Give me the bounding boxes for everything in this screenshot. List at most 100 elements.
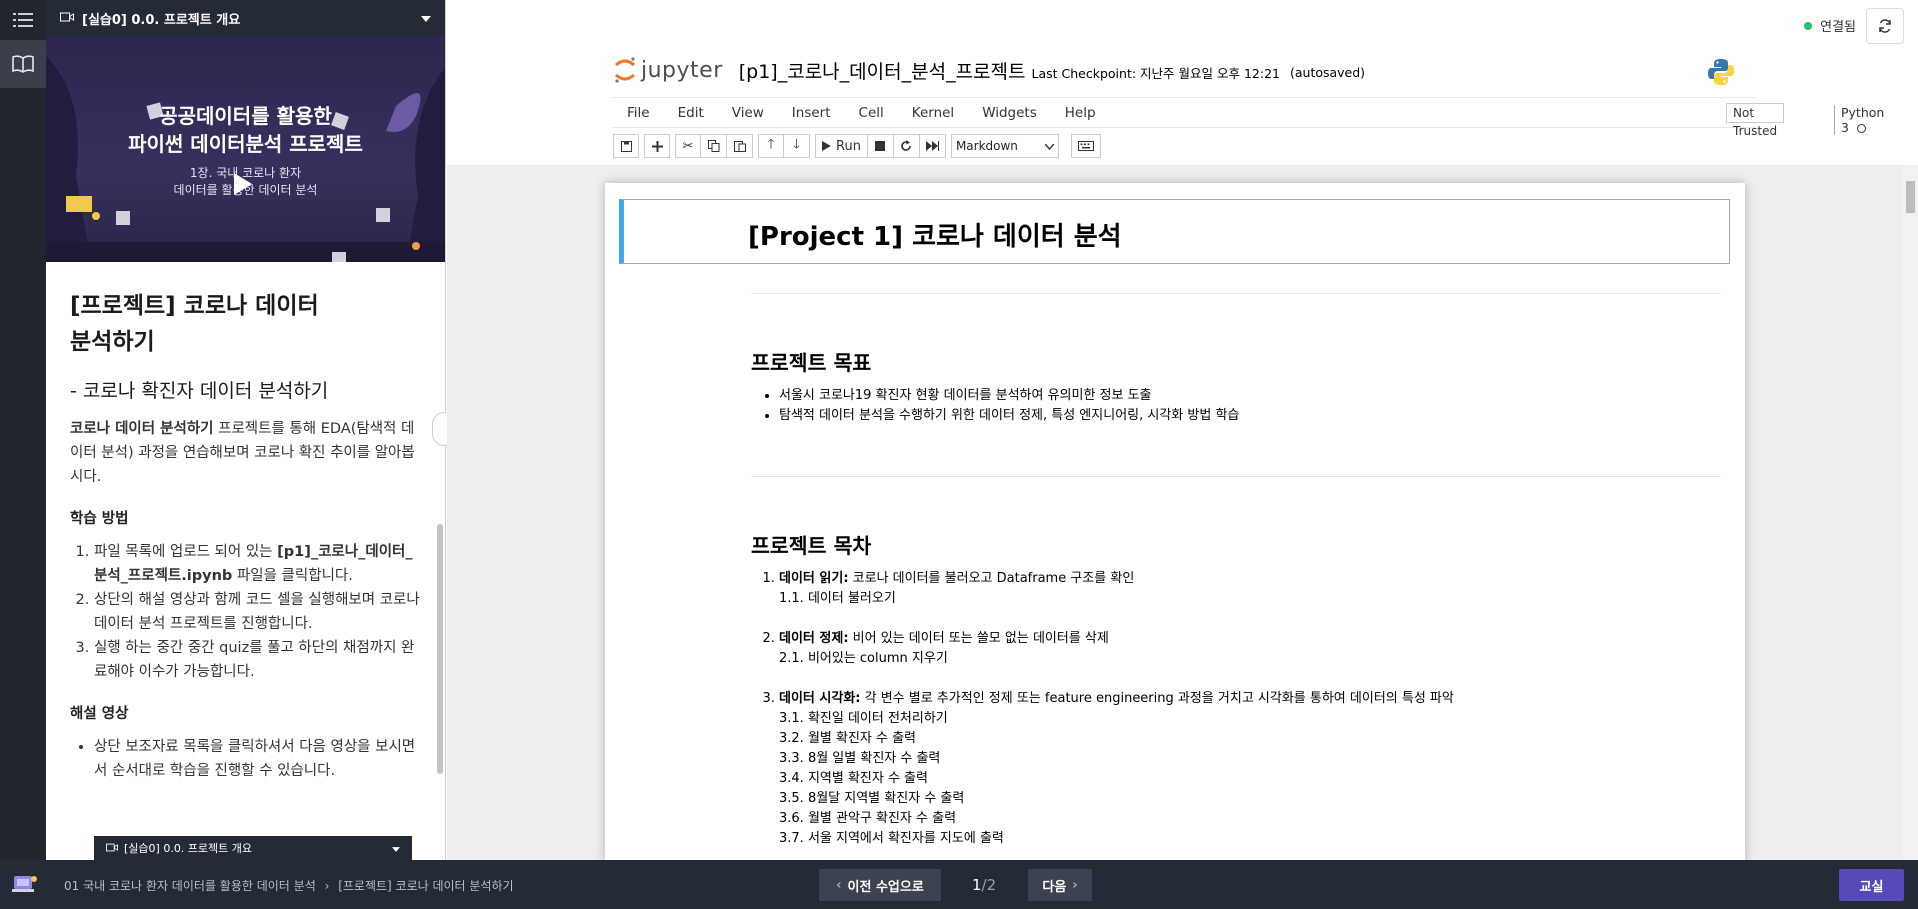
video-title-line2: 파이썬 데이터분석 프로젝트 xyxy=(128,132,363,156)
list-icon[interactable] xyxy=(0,0,46,40)
chevron-down-icon xyxy=(421,11,431,26)
toc-subitem: 3.5. 8월달 지역별 확진자 수 출력 xyxy=(779,791,965,806)
copy-icon xyxy=(707,140,719,152)
status-dot-icon xyxy=(1804,21,1813,30)
video-select-title: [실습0] 0.0. 프로젝트 개요 xyxy=(82,12,241,28)
arrow-down-icon: 🡓 xyxy=(793,137,800,152)
jupyter-logo[interactable]: jupyter xyxy=(613,56,723,84)
method-step: 상단의 해설 영상과 함께 코드 셀을 실행해보며 코로나 데이터 분석 프로젝… xyxy=(94,588,421,636)
scissors-icon: ✂ xyxy=(682,138,694,154)
toc-subitem: 1.1. 데이터 불러오기 xyxy=(779,591,896,606)
classroom-button[interactable]: 교실 xyxy=(1839,869,1904,901)
video-camera-icon xyxy=(60,11,74,26)
run-button[interactable]: Run xyxy=(815,134,868,158)
next-lesson-button[interactable]: 다음 › xyxy=(1028,869,1092,901)
toc-subitem: 3.4. 지역별 확진자 수 출력 xyxy=(779,771,928,786)
menu-bar: File Edit View Insert Cell Kernel Widget… xyxy=(613,97,1884,138)
restart-run-all-button[interactable] xyxy=(919,134,946,158)
video-camera-icon xyxy=(106,842,118,855)
autosave-text: (autosaved) xyxy=(1289,64,1366,80)
cell-type-value: Markdown xyxy=(955,139,1018,153)
breadcrumb-course[interactable]: 01 국내 코로나 환자 데이터를 활용한 데이터 분석 xyxy=(64,879,316,893)
video-bullets: 상단 보조자료 목록을 클릭하셔서 다음 영상을 보시면서 순서대로 학습을 진… xyxy=(70,735,421,783)
video-player[interactable]: 공공데이터를 활용한 파이썬 데이터분석 프로젝트 1장. 국내 코로나 환자 … xyxy=(46,36,445,262)
refresh-button[interactable] xyxy=(1866,8,1904,44)
command-palette-button[interactable] xyxy=(1070,134,1101,158)
video-select-header[interactable]: [실습0] 0.0. 프로젝트 개요 xyxy=(46,0,445,36)
prev-lesson-button[interactable]: ‹ 이전 수업으로 xyxy=(819,869,941,901)
chevron-down-icon xyxy=(1044,139,1055,153)
lesson-intro: 코로나 데이터 분석하기 프로젝트를 통해 EDA(탐색적 데이터 분석) 과정… xyxy=(70,421,415,485)
toc-subitem: 3.6. 월별 관악구 확진자 수 출력 xyxy=(779,811,957,826)
toc-subitem: 2.1. 비어있는 column 지우기 xyxy=(779,651,948,666)
scrollbar-thumb[interactable] xyxy=(1906,181,1915,213)
selected-markdown-cell[interactable]: [Project 1] 코로나 데이터 분석 xyxy=(619,199,1730,264)
left-rail xyxy=(0,0,46,860)
paste-icon xyxy=(733,141,746,152)
markdown-content: 프로젝트 목표 서울시 코로나19 확진자 현황 데이터를 분석하여 유의미한 … xyxy=(751,293,1721,849)
move-down-button[interactable]: 🡓 xyxy=(784,134,810,158)
divider xyxy=(751,293,1721,294)
jupyter-logo-text: jupyter xyxy=(641,57,723,83)
menu-file[interactable]: File xyxy=(613,105,664,121)
toc-item: 데이터 시각화: 각 변수 별로 추가적인 정제 또는 feature engi… xyxy=(779,689,1721,849)
book-icon[interactable] xyxy=(0,40,46,88)
divider xyxy=(751,476,1721,477)
cut-button[interactable]: ✂ xyxy=(675,134,701,158)
kernel-idle-icon xyxy=(1856,124,1866,133)
course-icon[interactable] xyxy=(12,874,38,898)
breadcrumb-lesson[interactable]: [프로젝트] 코로나 데이터 분석하기 xyxy=(338,879,513,893)
plus-icon xyxy=(651,140,663,152)
menu-view[interactable]: View xyxy=(718,105,778,121)
mini-video-title: [실습0] 0.0. 프로젝트 개요 xyxy=(124,842,253,855)
notebook-toolbar: ✂ 🡑 🡓 Run Markdown xyxy=(613,133,1101,159)
method-step: 파일 목록에 업로드 되어 있는 [p1]_코로나_데이터_분석_프로젝트.ip… xyxy=(94,540,421,588)
goal-item: 탐색적 데이터 분석을 수행하기 위한 데이터 정제, 특성 엔지니어링, 시각… xyxy=(779,406,1721,426)
play-icon[interactable] xyxy=(234,173,252,195)
menu-widgets[interactable]: Widgets xyxy=(968,105,1051,121)
checkpoint-text: Last Checkpoint: 지난주 월요일 오후 12:21 xyxy=(1031,65,1280,81)
menu-edit[interactable]: Edit xyxy=(664,105,718,121)
toc-subitem: 3.7. 서울 지역에서 확진자를 지도에 출력 xyxy=(779,831,1004,846)
toc-subitem: 3.1. 확진일 데이터 전처리하기 xyxy=(779,711,948,726)
move-up-button[interactable]: 🡑 xyxy=(758,134,784,158)
chevron-left-icon: ‹ xyxy=(836,877,842,893)
page-indicator: 1/2 xyxy=(972,876,997,894)
goal-item: 서울시 코로나19 확진자 현황 데이터를 분석하여 유의미한 정보 도출 xyxy=(779,386,1721,406)
notebook-title: [Project 1] 코로나 데이터 분석 xyxy=(748,222,1122,252)
interrupt-button[interactable] xyxy=(867,134,894,158)
save-button[interactable] xyxy=(613,134,639,158)
toc-item: 데이터 읽기: 코로나 데이터를 불러오고 Dataframe 구조를 확인 1… xyxy=(779,569,1721,629)
video-title-line1: 공공데이터를 활용한 xyxy=(159,104,332,128)
menu-insert[interactable]: Insert xyxy=(778,105,845,121)
panel-scrollbar[interactable] xyxy=(437,524,443,774)
copy-button[interactable] xyxy=(701,134,727,158)
notebook-header: 연결됨 jupyter [p1]_코로나_데이터_분석_프로젝트 Last Ch… xyxy=(447,0,1918,165)
breadcrumb: 01 국내 코로나 환자 데이터를 활용한 데이터 분석 › [프로젝트] 코로… xyxy=(64,877,514,894)
chevron-down-icon xyxy=(392,842,400,855)
run-label: Run xyxy=(836,138,861,154)
jupyter-logo-icon xyxy=(615,57,635,83)
notebook-scrollbar[interactable] xyxy=(1902,165,1918,860)
chevron-right-icon: › xyxy=(1072,877,1078,893)
menu-help[interactable]: Help xyxy=(1051,105,1110,121)
lesson-heading: [프로젝트] 코로나 데이터 분석하기 xyxy=(70,293,319,355)
cell-type-select[interactable]: Markdown xyxy=(950,134,1059,158)
insert-cell-button[interactable] xyxy=(644,134,670,158)
breadcrumb-separator: › xyxy=(324,879,330,893)
trust-button[interactable]: Not Trusted xyxy=(1726,103,1785,138)
mini-video-select[interactable]: [실습0] 0.0. 프로젝트 개요 xyxy=(94,836,412,860)
next-lesson-label: 다음 xyxy=(1042,879,1067,895)
kernel-indicator: Python 3 xyxy=(1834,105,1884,135)
fast-forward-icon xyxy=(925,141,939,151)
paste-button[interactable] xyxy=(727,134,753,158)
menu-kernel[interactable]: Kernel xyxy=(898,105,968,121)
stop-icon xyxy=(875,141,886,151)
connection-status: 연결됨 xyxy=(1804,16,1856,35)
toc-list: 데이터 읽기: 코로나 데이터를 불러오고 Dataframe 구조를 확인 1… xyxy=(751,569,1721,849)
notebook-name[interactable]: [p1]_코로나_데이터_분석_프로젝트 xyxy=(739,57,1026,84)
restart-button[interactable] xyxy=(893,134,920,158)
toc-heading: 프로젝트 목차 xyxy=(751,534,872,558)
video-section-title: 해설 영상 xyxy=(70,706,129,722)
menu-cell[interactable]: Cell xyxy=(845,105,898,121)
